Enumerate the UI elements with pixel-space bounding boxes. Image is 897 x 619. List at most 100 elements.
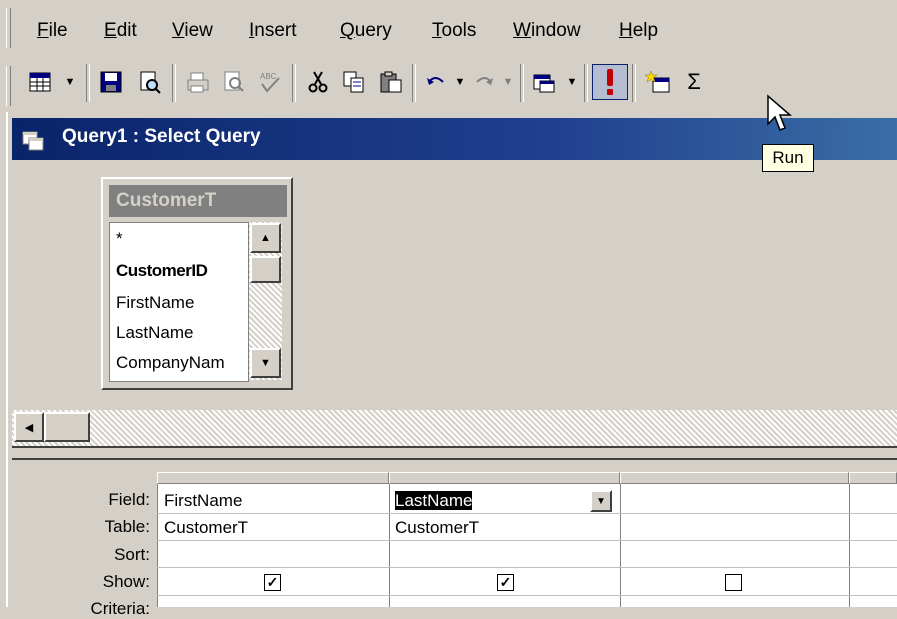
check-icon: ✓ [266, 574, 279, 590]
pane-splitter[interactable] [12, 446, 897, 460]
row-divider [157, 513, 897, 514]
chevron-down-icon: ▼ [454, 76, 466, 88]
toolbar-grip[interactable] [6, 66, 11, 106]
field-list-item-key[interactable]: CustomerID [116, 261, 208, 281]
menu-window[interactable]: Window [513, 20, 581, 42]
window-title: Query1 : Select Query [62, 126, 261, 147]
row-divider [157, 567, 897, 568]
menu-help[interactable]: Help [619, 20, 658, 42]
query-type-dropdown[interactable]: ▼ [564, 64, 580, 100]
menu-edit[interactable]: Edit [104, 20, 137, 42]
redo-button[interactable] [466, 64, 502, 100]
redo-dropdown[interactable]: ▼ [500, 64, 516, 100]
toolbar-separator [520, 64, 524, 102]
paste-icon [380, 71, 402, 93]
paste-button[interactable] [373, 64, 409, 100]
file-search-icon [140, 71, 161, 94]
toolbar-separator [292, 64, 296, 102]
print-button[interactable] [180, 64, 216, 100]
toolbar-separator [584, 64, 588, 102]
horizontal-scroll-thumb[interactable] [44, 412, 90, 442]
field-dropdown-button[interactable]: ▼ [590, 490, 612, 512]
row-divider [157, 595, 897, 596]
field-cell-selected[interactable]: LastName [395, 491, 473, 511]
arrow-down-icon: ▼ [260, 357, 271, 369]
row-label-table: Table: [104, 517, 150, 536]
menu-view[interactable]: View [172, 20, 213, 42]
query-type-icon [533, 74, 555, 93]
datasheet-view-icon [29, 72, 51, 92]
scissors-icon [308, 71, 328, 93]
chevron-down-icon: ▼ [64, 76, 76, 88]
cut-button[interactable] [300, 64, 336, 100]
show-checkbox[interactable]: ✓ [264, 574, 281, 591]
undo-button[interactable] [418, 64, 454, 100]
field-cell[interactable]: FirstName [164, 491, 242, 511]
row-label-criteria: Criteria: [90, 599, 150, 618]
field-list-item[interactable]: FirstName [116, 293, 194, 313]
toolbar-separator [172, 64, 176, 102]
toolbar-separator [632, 64, 636, 102]
toolbar-separator [412, 64, 416, 102]
field-list-item[interactable]: LastName [116, 323, 193, 343]
row-label-field: Field: [108, 490, 150, 509]
field-list-item[interactable]: * [116, 229, 123, 249]
print-preview-icon [224, 71, 244, 92]
scroll-left-button[interactable]: ◀ [14, 412, 44, 442]
menu-query[interactable]: Query [340, 20, 392, 42]
column-selector[interactable] [389, 472, 620, 484]
mouse-pointer-icon [767, 94, 793, 131]
scroll-thumb[interactable] [250, 256, 281, 283]
chevron-down-icon: ▼ [596, 495, 606, 507]
query-type-button[interactable] [526, 64, 562, 100]
selected-text: LastName [395, 491, 473, 510]
sigma-icon: Σ [687, 69, 701, 94]
search-button[interactable] [132, 64, 168, 100]
copy-button[interactable] [336, 64, 372, 100]
show-checkbox[interactable] [725, 574, 742, 591]
spelling-icon: ABC [260, 72, 280, 93]
show-checkbox[interactable]: ✓ [497, 574, 514, 591]
menu-insert[interactable]: Insert [249, 20, 297, 42]
arrow-up-icon: ▲ [260, 232, 271, 244]
column-selector[interactable] [157, 472, 389, 484]
run-tooltip: Run [762, 144, 814, 172]
menu-file[interactable]: File [37, 20, 68, 42]
field-list-item[interactable]: CompanyNam [116, 353, 246, 373]
totals-button[interactable]: Σ [676, 64, 712, 100]
toolbar-separator [86, 64, 90, 102]
check-icon: ✓ [499, 574, 512, 590]
view-dropdown[interactable]: ▼ [62, 64, 78, 100]
print-preview-button[interactable] [216, 64, 252, 100]
scroll-up-button[interactable]: ▲ [250, 223, 281, 253]
table-cell[interactable]: CustomerT [395, 518, 479, 538]
menu-tools[interactable]: Tools [432, 20, 476, 42]
horizontal-scrollbar[interactable] [12, 410, 897, 446]
redo-icon [476, 77, 493, 85]
field-list-title[interactable]: CustomerT [109, 185, 287, 217]
row-label-sort: Sort: [114, 545, 150, 564]
save-button[interactable] [93, 64, 129, 100]
row-divider [157, 540, 897, 541]
show-table-button[interactable] [640, 64, 676, 100]
copy-icon [343, 71, 364, 93]
chevron-down-icon: ▼ [502, 76, 514, 88]
run-icon [607, 69, 613, 95]
save-icon [100, 71, 122, 93]
column-selector[interactable] [620, 472, 849, 484]
undo-icon [427, 77, 444, 85]
show-table-icon [645, 70, 670, 93]
svg-text:ABC: ABC [260, 72, 277, 81]
row-label-show: Show: [102, 572, 150, 591]
spelling-button[interactable]: ABC [252, 64, 288, 100]
arrow-left-icon: ◀ [24, 421, 34, 434]
print-icon [187, 72, 209, 93]
table-cell[interactable]: CustomerT [164, 518, 248, 538]
query-icon [22, 131, 44, 151]
view-button[interactable] [22, 64, 58, 100]
run-button[interactable] [592, 64, 628, 100]
column-selector[interactable] [849, 472, 897, 484]
menu-grip[interactable] [6, 8, 11, 48]
chevron-down-icon: ▼ [566, 76, 578, 88]
scroll-down-button[interactable]: ▼ [250, 348, 281, 378]
